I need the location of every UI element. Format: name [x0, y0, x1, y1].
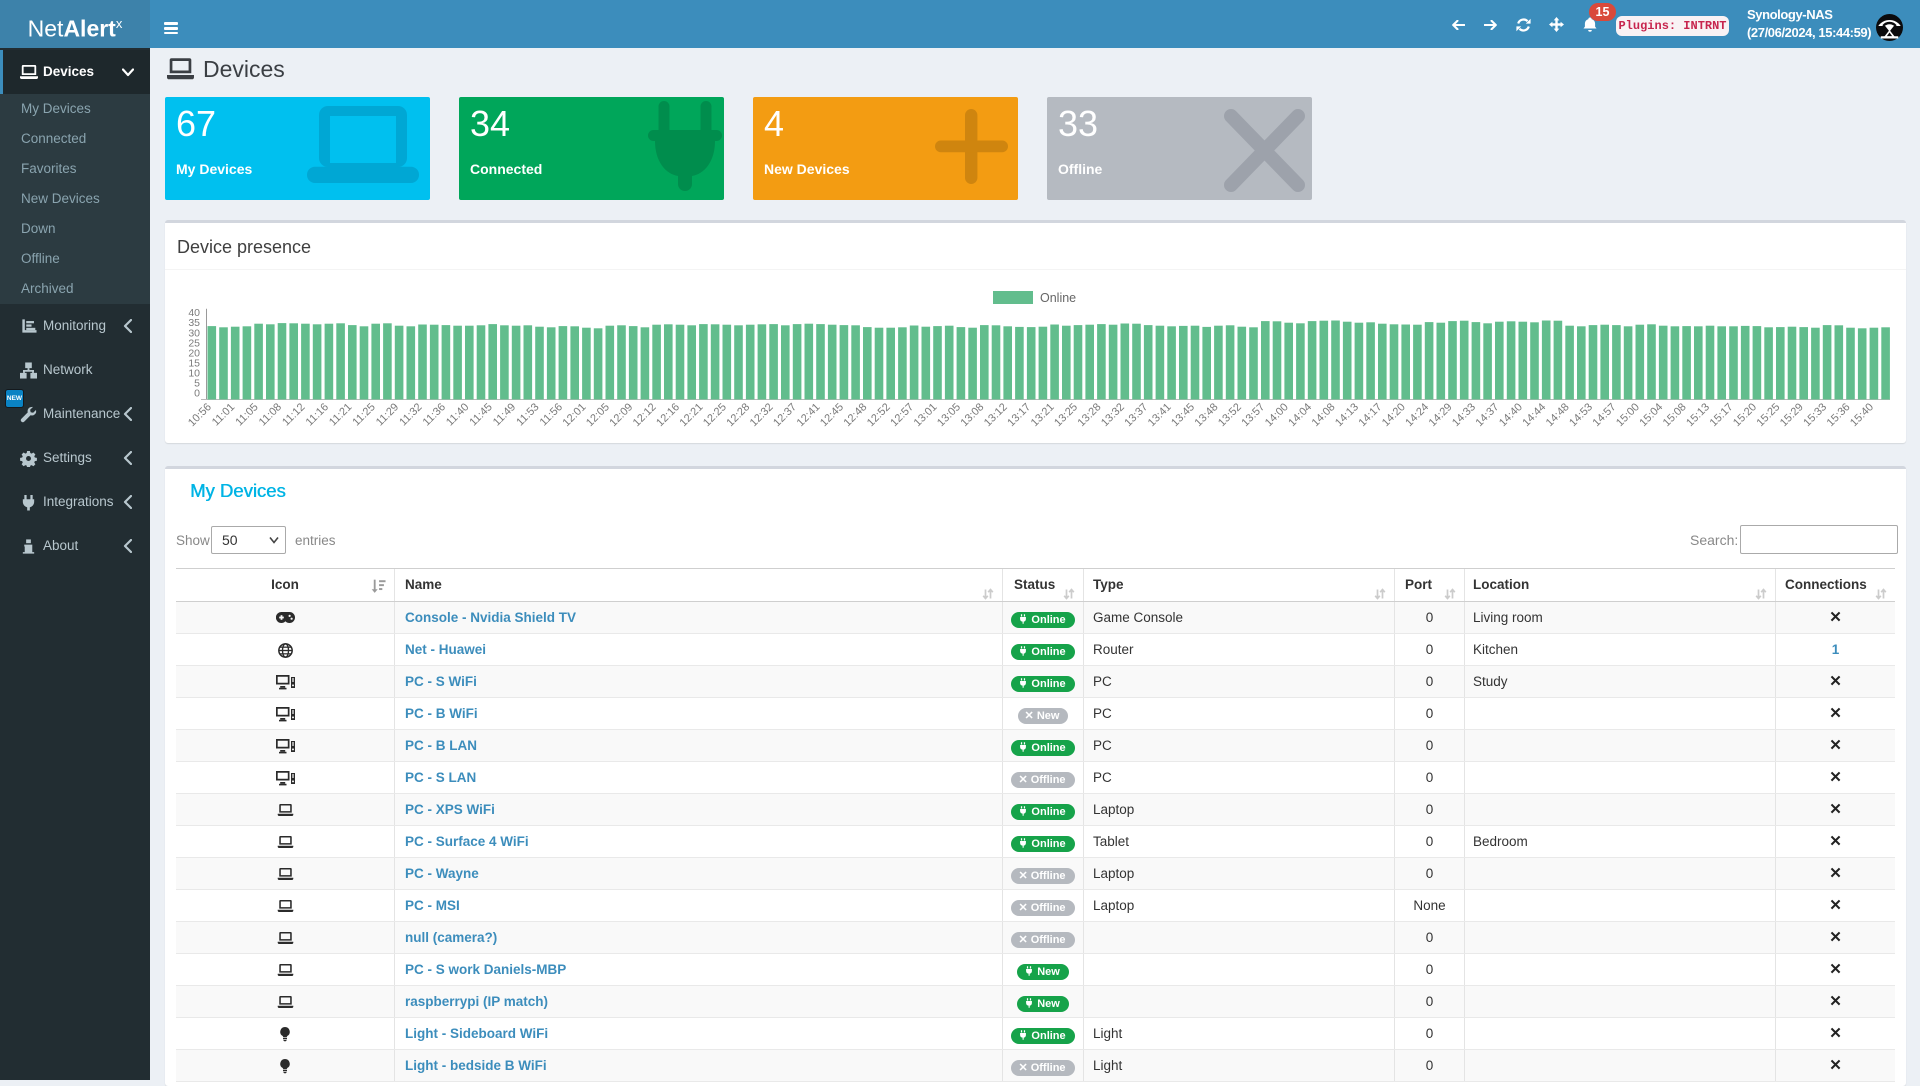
- svg-text:12:25: 12:25: [701, 401, 729, 429]
- svg-text:13:45: 13:45: [1169, 401, 1197, 429]
- svg-text:Online: Online: [1040, 291, 1076, 305]
- svg-text:11:29: 11:29: [374, 401, 401, 428]
- svg-text:12:12: 12:12: [631, 401, 659, 429]
- svg-text:15:04: 15:04: [1637, 401, 1665, 429]
- svg-text:12:41: 12:41: [795, 401, 823, 429]
- svg-text:14:17: 14:17: [1356, 401, 1384, 429]
- svg-text:12:28: 12:28: [724, 401, 752, 429]
- svg-text:13:37: 13:37: [1122, 401, 1150, 429]
- svg-text:13:17: 13:17: [1005, 401, 1033, 429]
- svg-text:11:45: 11:45: [467, 401, 494, 428]
- svg-text:12:09: 12:09: [607, 401, 635, 429]
- svg-text:14:20: 14:20: [1380, 401, 1408, 429]
- svg-text:14:04: 14:04: [1286, 401, 1314, 429]
- svg-text:13:28: 13:28: [1076, 401, 1104, 429]
- svg-text:11:53: 11:53: [514, 401, 541, 428]
- svg-text:14:48: 14:48: [1544, 401, 1572, 429]
- svg-text:11:49: 11:49: [491, 401, 518, 428]
- svg-text:15:40: 15:40: [1848, 401, 1876, 429]
- svg-text:40: 40: [188, 307, 200, 319]
- svg-text:10:56: 10:56: [186, 401, 214, 429]
- svg-text:11:01: 11:01: [210, 401, 237, 428]
- svg-text:12:37: 12:37: [771, 401, 799, 429]
- svg-text:14:13: 14:13: [1333, 401, 1361, 429]
- svg-text:15:17: 15:17: [1708, 401, 1736, 429]
- svg-text:12:52: 12:52: [865, 401, 893, 429]
- svg-text:11:32: 11:32: [397, 401, 424, 428]
- svg-text:12:48: 12:48: [841, 401, 869, 429]
- svg-text:15:29: 15:29: [1778, 401, 1806, 429]
- svg-text:13:57: 13:57: [1239, 401, 1267, 429]
- svg-text:14:29: 14:29: [1427, 401, 1455, 429]
- svg-text:11:16: 11:16: [304, 401, 331, 428]
- svg-text:15:36: 15:36: [1825, 401, 1853, 429]
- svg-text:15:25: 15:25: [1754, 401, 1782, 429]
- svg-text:11:40: 11:40: [444, 401, 471, 428]
- svg-text:11:36: 11:36: [421, 401, 448, 428]
- svg-text:13:21: 13:21: [1029, 401, 1057, 429]
- svg-text:12:05: 12:05: [584, 401, 612, 429]
- svg-text:11:08: 11:08: [257, 401, 284, 428]
- svg-text:13:05: 13:05: [935, 401, 963, 429]
- svg-text:13:41: 13:41: [1146, 401, 1174, 429]
- svg-text:14:44: 14:44: [1520, 401, 1548, 429]
- svg-text:11:21: 11:21: [327, 401, 354, 428]
- svg-text:12:01: 12:01: [561, 401, 589, 429]
- svg-text:14:33: 14:33: [1450, 401, 1478, 429]
- svg-text:11:25: 11:25: [350, 401, 377, 428]
- svg-text:12:32: 12:32: [748, 401, 776, 429]
- svg-text:13:32: 13:32: [1099, 401, 1127, 429]
- svg-text:13:52: 13:52: [1216, 401, 1244, 429]
- svg-text:13:01: 13:01: [912, 401, 940, 429]
- svg-text:11:56: 11:56: [538, 401, 565, 428]
- svg-text:15:20: 15:20: [1731, 401, 1759, 429]
- svg-text:13:08: 13:08: [958, 401, 986, 429]
- svg-text:15:08: 15:08: [1661, 401, 1689, 429]
- svg-text:14:24: 14:24: [1403, 401, 1431, 429]
- svg-text:15:00: 15:00: [1614, 401, 1642, 429]
- svg-text:12:16: 12:16: [654, 401, 682, 429]
- svg-text:14:00: 14:00: [1263, 401, 1291, 429]
- svg-text:13:48: 13:48: [1193, 401, 1221, 429]
- svg-text:14:08: 14:08: [1310, 401, 1338, 429]
- svg-text:12:45: 12:45: [818, 401, 846, 429]
- svg-text:12:21: 12:21: [678, 401, 706, 429]
- svg-text:12:57: 12:57: [888, 401, 916, 429]
- svg-text:14:37: 14:37: [1473, 401, 1501, 429]
- svg-text:15:13: 15:13: [1684, 401, 1712, 429]
- svg-text:15:33: 15:33: [1801, 401, 1829, 429]
- svg-text:14:53: 14:53: [1567, 401, 1595, 429]
- svg-text:11:12: 11:12: [280, 401, 307, 428]
- svg-text:13:25: 13:25: [1052, 401, 1080, 429]
- svg-text:14:40: 14:40: [1497, 401, 1525, 429]
- svg-text:13:12: 13:12: [982, 401, 1010, 429]
- svg-text:14:57: 14:57: [1591, 401, 1619, 429]
- svg-text:11:05: 11:05: [233, 401, 260, 428]
